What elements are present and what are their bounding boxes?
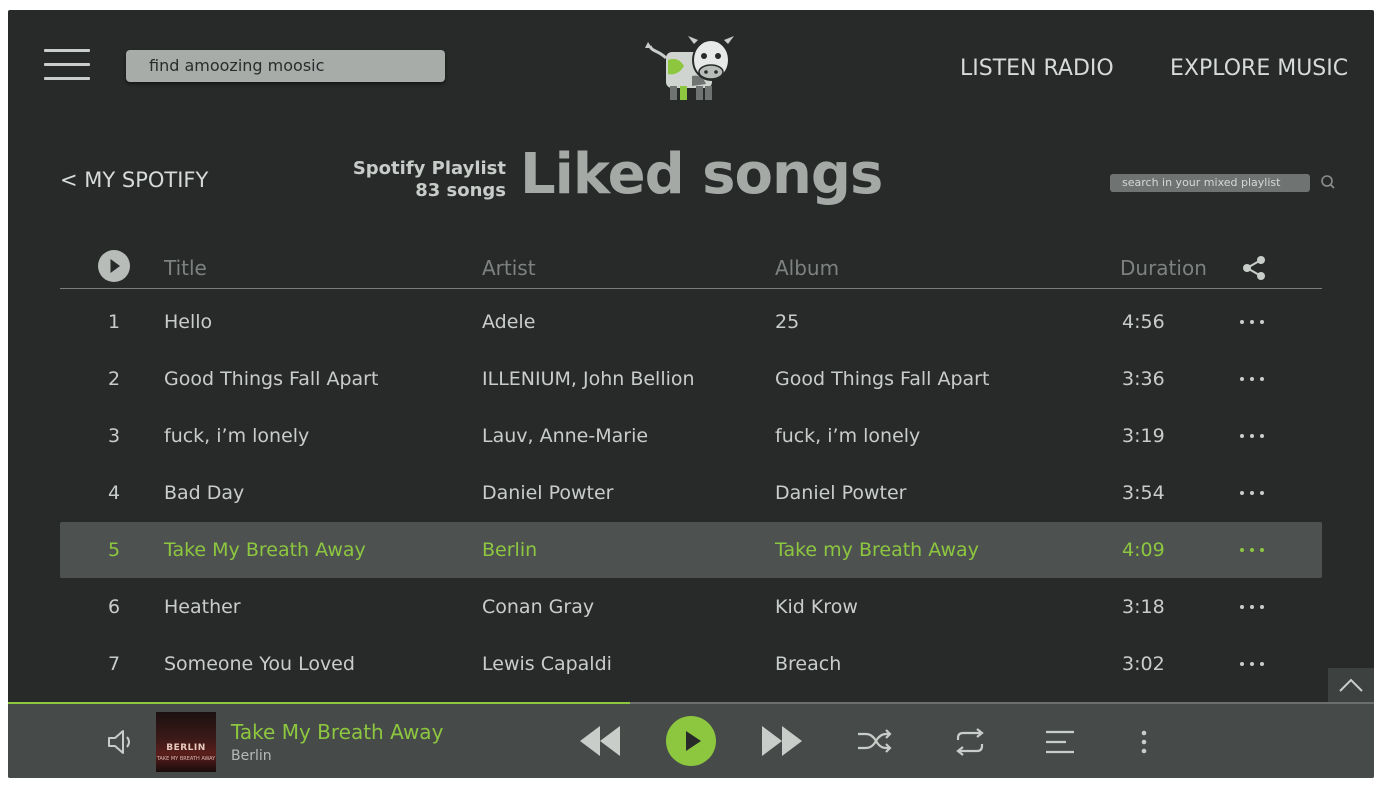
rewind-icon[interactable] <box>578 722 622 760</box>
row-number: 2 <box>108 368 121 390</box>
cover-subtitle: TAKE MY BREATH AWAY <box>156 756 216 762</box>
row-duration: 3:18 <box>1122 596 1165 618</box>
row-number: 5 <box>108 539 121 561</box>
now-playing-artist[interactable]: Berlin <box>231 748 272 764</box>
nav-listen-radio[interactable]: LISTEN RADIO <box>960 56 1114 81</box>
scroll-top-button[interactable] <box>1328 668 1374 702</box>
table-row[interactable]: 1 Hello Adele 25 4:56 <box>60 294 1322 350</box>
column-duration[interactable]: Duration <box>1120 256 1207 280</box>
row-title: Good Things Fall Apart <box>164 368 379 390</box>
row-title: Bad Day <box>164 482 245 504</box>
row-duration: 3:36 <box>1122 368 1165 390</box>
chevron-up-icon <box>1339 678 1363 692</box>
repeat-icon[interactable] <box>952 726 988 758</box>
fast-forward-icon[interactable] <box>760 722 804 760</box>
table-row[interactable]: 3 fuck, i’m lonely Lauv, Anne-Marie fuck… <box>60 408 1322 464</box>
queue-icon[interactable] <box>1044 728 1076 756</box>
search-input[interactable]: find amoozing moosic <box>126 50 445 82</box>
progress-bar[interactable] <box>8 702 630 704</box>
row-artist[interactable]: Adele <box>482 294 535 350</box>
row-artist[interactable]: Berlin <box>482 522 537 578</box>
more-icon[interactable] <box>1240 605 1268 610</box>
row-number: 6 <box>108 596 121 618</box>
more-icon[interactable] <box>1240 548 1268 553</box>
play-button[interactable] <box>666 716 716 766</box>
album-cover[interactable]: BERLIN TAKE MY BREATH AWAY <box>156 712 216 772</box>
app-window: find amoozing moosic LISTEN RADIO EXPLOR… <box>8 10 1374 778</box>
column-title[interactable]: Title <box>164 256 207 280</box>
back-link[interactable]: < MY SPOTIFY <box>60 168 208 192</box>
more-icon[interactable] <box>1240 434 1268 439</box>
now-playing-title[interactable]: Take My Breath Away <box>231 720 443 744</box>
row-title: fuck, i’m lonely <box>164 425 310 447</box>
column-album[interactable]: Album <box>775 256 839 280</box>
row-number: 7 <box>108 653 121 675</box>
row-title: Someone You Loved <box>164 653 355 675</box>
table-row[interactable]: 4 Bad Day Daniel Powter Daniel Powter 3:… <box>60 465 1322 521</box>
row-duration: 3:02 <box>1122 653 1165 675</box>
row-album[interactable]: fuck, i’m lonely <box>775 408 920 464</box>
row-album[interactable]: 25 <box>775 294 799 350</box>
row-title: Take My Breath Away <box>164 539 366 561</box>
row-artist[interactable]: Daniel Powter <box>482 465 614 521</box>
search-icon[interactable] <box>1320 174 1336 190</box>
row-number: 4 <box>108 482 121 504</box>
table-header: Title Artist Album Duration <box>60 250 1322 289</box>
player-bar: BERLIN TAKE MY BREATH AWAY Take My Breat… <box>8 702 1374 778</box>
row-album[interactable]: Breach <box>775 636 841 692</box>
nav-explore-music[interactable]: EXPLORE MUSIC <box>1170 56 1348 81</box>
play-icon <box>686 731 701 751</box>
cover-title: BERLIN <box>166 743 206 753</box>
page-title: Liked songs <box>520 142 883 207</box>
row-duration: 4:56 <box>1122 311 1165 333</box>
play-all-button[interactable] <box>98 250 130 282</box>
table-row[interactable]: 2 Good Things Fall Apart ILLENIUM, John … <box>60 351 1322 407</box>
row-album[interactable]: Kid Krow <box>775 579 858 635</box>
row-artist[interactable]: ILLENIUM, John Bellion <box>482 351 695 407</box>
row-album[interactable]: Daniel Powter <box>775 465 907 521</box>
more-icon[interactable] <box>1240 662 1268 667</box>
more-icon[interactable] <box>1240 320 1268 325</box>
row-duration: 3:54 <box>1122 482 1165 504</box>
row-artist[interactable]: Lauv, Anne-Marie <box>482 408 648 464</box>
shuffle-icon[interactable] <box>856 726 892 756</box>
row-title: Heather <box>164 596 241 618</box>
table-row-playing[interactable]: 5 Take My Breath Away Berlin Take my Bre… <box>60 522 1322 578</box>
kebab-icon[interactable] <box>1134 728 1154 756</box>
table-row[interactable]: 6 Heather Conan Gray Kid Krow 3:18 <box>60 579 1322 635</box>
row-artist[interactable]: Lewis Capaldi <box>482 636 612 692</box>
row-duration: 3:19 <box>1122 425 1165 447</box>
cow-logo-icon[interactable] <box>644 30 734 110</box>
volume-icon[interactable] <box>106 728 136 756</box>
row-artist[interactable]: Conan Gray <box>482 579 594 635</box>
row-number: 3 <box>108 425 121 447</box>
row-duration: 4:09 <box>1122 539 1165 561</box>
row-album[interactable]: Good Things Fall Apart <box>775 351 989 407</box>
playlist-count: 83 songs <box>415 180 506 201</box>
table-row[interactable]: 7 Someone You Loved Lewis Capaldi Breach… <box>60 636 1322 692</box>
row-title: Hello <box>164 311 213 333</box>
playlist-kind: Spotify Playlist <box>352 158 506 179</box>
more-icon[interactable] <box>1240 491 1268 496</box>
play-icon <box>110 259 120 273</box>
more-icon[interactable] <box>1240 377 1268 382</box>
playlist-meta: Spotify Playlist 83 songs <box>353 158 506 202</box>
column-artist[interactable]: Artist <box>482 256 536 280</box>
row-album[interactable]: Take my Breath Away <box>775 522 979 578</box>
share-icon[interactable] <box>1240 254 1268 282</box>
playlist-search-input[interactable]: search in your mixed playlist <box>1110 174 1310 192</box>
row-number: 1 <box>108 311 121 333</box>
menu-icon[interactable] <box>44 49 90 81</box>
